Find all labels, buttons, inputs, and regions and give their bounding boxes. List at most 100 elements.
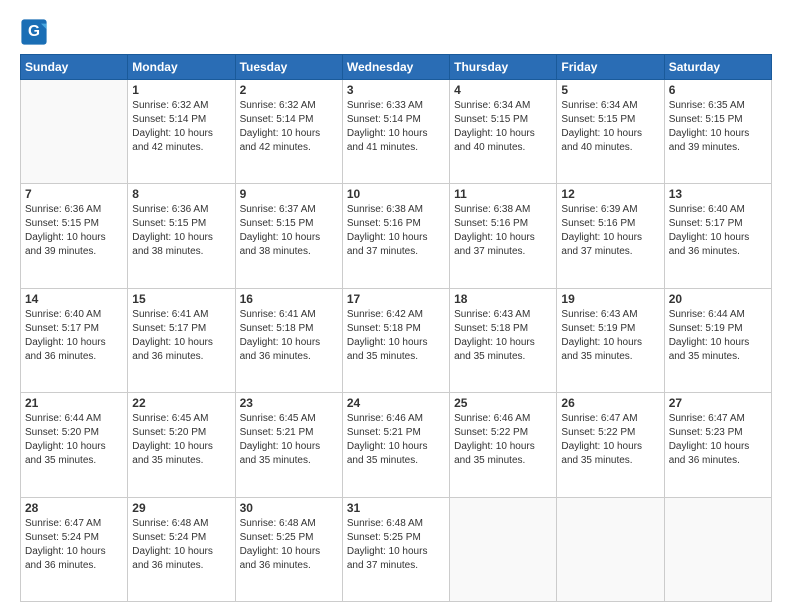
day-info: Sunrise: 6:36 AM Sunset: 5:15 PM Dayligh…: [25, 203, 123, 259]
day-info: Sunrise: 6:41 AM Sunset: 5:18 PM Dayligh…: [240, 308, 338, 364]
day-info: Sunrise: 6:32 AM Sunset: 5:14 PM Dayligh…: [240, 99, 338, 155]
calendar-week-3: 14 Sunrise: 6:40 AM Sunset: 5:17 PM Dayli…: [21, 288, 772, 392]
day-number: 23: [240, 396, 338, 410]
calendar-cell: 19 Sunrise: 6:43 AM Sunset: 5:19 PM Dayli…: [557, 288, 664, 392]
calendar-cell: 10 Sunrise: 6:38 AM Sunset: 5:16 PM Dayli…: [342, 184, 449, 288]
day-number: 5: [561, 83, 659, 97]
day-info: Sunrise: 6:46 AM Sunset: 5:22 PM Dayligh…: [454, 412, 552, 468]
day-info: Sunrise: 6:41 AM Sunset: 5:17 PM Dayligh…: [132, 308, 230, 364]
day-info: Sunrise: 6:46 AM Sunset: 5:21 PM Dayligh…: [347, 412, 445, 468]
day-info: Sunrise: 6:33 AM Sunset: 5:14 PM Dayligh…: [347, 99, 445, 155]
day-info: Sunrise: 6:38 AM Sunset: 5:16 PM Dayligh…: [454, 203, 552, 259]
calendar-cell: 13 Sunrise: 6:40 AM Sunset: 5:17 PM Dayli…: [664, 184, 771, 288]
calendar-week-5: 28Sunrise: 6:47 AM Sunset: 5:24 PM Dayli…: [21, 497, 772, 601]
weekday-header-row: SundayMondayTuesdayWednesdayThursdayFrid…: [21, 55, 772, 80]
day-info: Sunrise: 6:43 AM Sunset: 5:18 PM Dayligh…: [454, 308, 552, 364]
calendar-cell: [557, 497, 664, 601]
day-info: Sunrise: 6:37 AM Sunset: 5:15 PM Dayligh…: [240, 203, 338, 259]
day-number: 10: [347, 187, 445, 201]
day-number: 2: [240, 83, 338, 97]
day-number: 8: [132, 187, 230, 201]
calendar-cell: 26Sunrise: 6:47 AM Sunset: 5:22 PM Dayli…: [557, 393, 664, 497]
logo-icon: G: [20, 18, 48, 46]
weekday-header-saturday: Saturday: [664, 55, 771, 80]
calendar-cell: 8 Sunrise: 6:36 AM Sunset: 5:15 PM Daylig…: [128, 184, 235, 288]
calendar-cell: 18 Sunrise: 6:43 AM Sunset: 5:18 PM Dayli…: [450, 288, 557, 392]
day-info: Sunrise: 6:47 AM Sunset: 5:24 PM Dayligh…: [25, 517, 123, 573]
day-info: Sunrise: 6:44 AM Sunset: 5:19 PM Dayligh…: [669, 308, 767, 364]
day-number: 25: [454, 396, 552, 410]
day-number: 1: [132, 83, 230, 97]
day-info: Sunrise: 6:43 AM Sunset: 5:19 PM Dayligh…: [561, 308, 659, 364]
calendar-cell: 6 Sunrise: 6:35 AM Sunset: 5:15 PM Daylig…: [664, 80, 771, 184]
calendar: SundayMondayTuesdayWednesdayThursdayFrid…: [20, 54, 772, 602]
calendar-cell: 14 Sunrise: 6:40 AM Sunset: 5:17 PM Dayli…: [21, 288, 128, 392]
day-number: 24: [347, 396, 445, 410]
day-number: 19: [561, 292, 659, 306]
header: G: [20, 18, 772, 46]
day-info: Sunrise: 6:34 AM Sunset: 5:15 PM Dayligh…: [454, 99, 552, 155]
calendar-cell: 27Sunrise: 6:47 AM Sunset: 5:23 PM Dayli…: [664, 393, 771, 497]
svg-text:G: G: [28, 23, 40, 40]
day-number: 18: [454, 292, 552, 306]
calendar-cell: 31Sunrise: 6:48 AM Sunset: 5:25 PM Dayli…: [342, 497, 449, 601]
day-info: Sunrise: 6:32 AM Sunset: 5:14 PM Dayligh…: [132, 99, 230, 155]
day-number: 22: [132, 396, 230, 410]
weekday-header-monday: Monday: [128, 55, 235, 80]
day-number: 11: [454, 187, 552, 201]
day-number: 13: [669, 187, 767, 201]
calendar-cell: 24 Sunrise: 6:46 AM Sunset: 5:21 PM Dayli…: [342, 393, 449, 497]
day-info: Sunrise: 6:39 AM Sunset: 5:16 PM Dayligh…: [561, 203, 659, 259]
weekday-header-sunday: Sunday: [21, 55, 128, 80]
day-number: 7: [25, 187, 123, 201]
day-number: 3: [347, 83, 445, 97]
calendar-cell: [664, 497, 771, 601]
day-number: 29: [132, 501, 230, 515]
day-number: 15: [132, 292, 230, 306]
day-number: 31: [347, 501, 445, 515]
calendar-cell: 17Sunrise: 6:42 AM Sunset: 5:18 PM Dayli…: [342, 288, 449, 392]
calendar-cell: 21 Sunrise: 6:44 AM Sunset: 5:20 PM Dayli…: [21, 393, 128, 497]
day-number: 6: [669, 83, 767, 97]
calendar-cell: 20 Sunrise: 6:44 AM Sunset: 5:19 PM Dayli…: [664, 288, 771, 392]
calendar-cell: [450, 497, 557, 601]
day-info: Sunrise: 6:36 AM Sunset: 5:15 PM Dayligh…: [132, 203, 230, 259]
calendar-cell: 22 Sunrise: 6:45 AM Sunset: 5:20 PM Dayli…: [128, 393, 235, 497]
day-info: Sunrise: 6:45 AM Sunset: 5:20 PM Dayligh…: [132, 412, 230, 468]
day-info: Sunrise: 6:38 AM Sunset: 5:16 PM Dayligh…: [347, 203, 445, 259]
calendar-week-1: 1 Sunrise: 6:32 AM Sunset: 5:14 PM Daylig…: [21, 80, 772, 184]
calendar-cell: 1 Sunrise: 6:32 AM Sunset: 5:14 PM Daylig…: [128, 80, 235, 184]
day-number: 30: [240, 501, 338, 515]
day-info: Sunrise: 6:48 AM Sunset: 5:25 PM Dayligh…: [240, 517, 338, 573]
day-number: 27: [669, 396, 767, 410]
day-number: 26: [561, 396, 659, 410]
calendar-cell: [21, 80, 128, 184]
day-info: Sunrise: 6:44 AM Sunset: 5:20 PM Dayligh…: [25, 412, 123, 468]
calendar-week-4: 21 Sunrise: 6:44 AM Sunset: 5:20 PM Dayli…: [21, 393, 772, 497]
day-info: Sunrise: 6:35 AM Sunset: 5:15 PM Dayligh…: [669, 99, 767, 155]
day-info: Sunrise: 6:34 AM Sunset: 5:15 PM Dayligh…: [561, 99, 659, 155]
calendar-cell: 28Sunrise: 6:47 AM Sunset: 5:24 PM Dayli…: [21, 497, 128, 601]
calendar-cell: 2 Sunrise: 6:32 AM Sunset: 5:14 PM Daylig…: [235, 80, 342, 184]
calendar-cell: 30 Sunrise: 6:48 AM Sunset: 5:25 PM Dayli…: [235, 497, 342, 601]
calendar-cell: 12Sunrise: 6:39 AM Sunset: 5:16 PM Dayli…: [557, 184, 664, 288]
calendar-cell: 4 Sunrise: 6:34 AM Sunset: 5:15 PM Daylig…: [450, 80, 557, 184]
calendar-cell: 3 Sunrise: 6:33 AM Sunset: 5:14 PM Daylig…: [342, 80, 449, 184]
weekday-header-wednesday: Wednesday: [342, 55, 449, 80]
day-info: Sunrise: 6:40 AM Sunset: 5:17 PM Dayligh…: [25, 308, 123, 364]
page: G SundayMondayTuesdayWednesdayThursdayFr…: [0, 0, 792, 612]
day-info: Sunrise: 6:48 AM Sunset: 5:24 PM Dayligh…: [132, 517, 230, 573]
weekday-header-friday: Friday: [557, 55, 664, 80]
calendar-cell: 7 Sunrise: 6:36 AM Sunset: 5:15 PM Daylig…: [21, 184, 128, 288]
day-number: 4: [454, 83, 552, 97]
weekday-header-tuesday: Tuesday: [235, 55, 342, 80]
day-number: 20: [669, 292, 767, 306]
day-number: 9: [240, 187, 338, 201]
day-number: 21: [25, 396, 123, 410]
day-number: 14: [25, 292, 123, 306]
day-number: 16: [240, 292, 338, 306]
day-info: Sunrise: 6:40 AM Sunset: 5:17 PM Dayligh…: [669, 203, 767, 259]
calendar-cell: 29 Sunrise: 6:48 AM Sunset: 5:24 PM Dayli…: [128, 497, 235, 601]
day-info: Sunrise: 6:45 AM Sunset: 5:21 PM Dayligh…: [240, 412, 338, 468]
calendar-cell: 11 Sunrise: 6:38 AM Sunset: 5:16 PM Dayli…: [450, 184, 557, 288]
